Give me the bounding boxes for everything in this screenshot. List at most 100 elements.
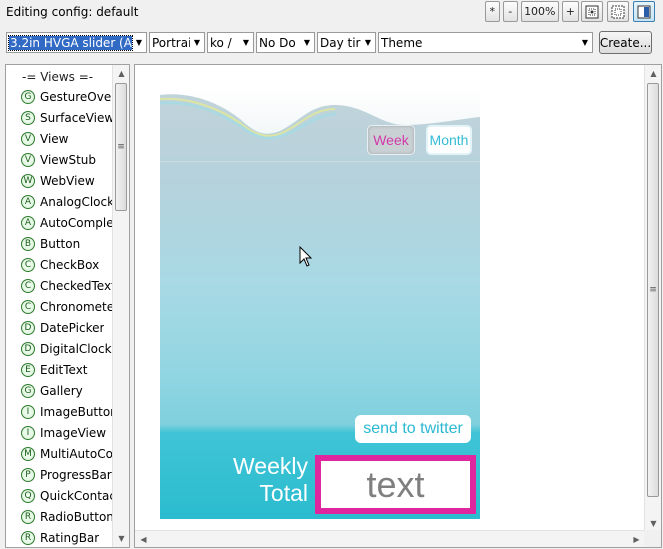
config-title: Editing config: default xyxy=(6,5,139,19)
dock-select-value: No Do xyxy=(259,35,296,50)
locale-select-value: ko / xyxy=(210,35,232,50)
widget-icon: B xyxy=(21,236,35,251)
palette-item[interactable]: A AutoComplet xyxy=(6,212,113,233)
scroll-up-icon[interactable]: ▲ xyxy=(113,65,129,82)
palette-item-label: ProgressBar xyxy=(40,467,112,482)
palette-item[interactable]: R RatingBar xyxy=(6,527,113,547)
palette-item[interactable]: V View xyxy=(6,128,113,149)
zoom-fit-button[interactable]: * xyxy=(484,1,500,22)
palette-item-label: WebView xyxy=(40,173,95,188)
canvas-vscroll-thumb[interactable]: ≡ xyxy=(647,83,659,497)
scroll-corner xyxy=(644,530,661,547)
widget-icon: D xyxy=(21,320,35,335)
palette-item-label: AutoComplet xyxy=(40,215,113,230)
palette-item-label: GestureOverla xyxy=(40,89,113,104)
send-to-twitter-button[interactable]: send to twitter xyxy=(355,415,471,443)
outline-button[interactable] xyxy=(607,1,629,22)
palette-item[interactable]: C CheckedText' xyxy=(6,275,113,296)
palette-item[interactable]: S SurfaceView xyxy=(6,107,113,128)
zoom-out-button[interactable]: - xyxy=(502,1,518,22)
palette-scrollbar[interactable]: ▲ ≡ ▼ xyxy=(112,65,129,547)
scroll-left-icon[interactable]: ◀ xyxy=(135,531,152,548)
palette-item[interactable]: E EditText xyxy=(6,359,113,380)
fit-screen-icon xyxy=(585,5,599,18)
canvas-vertical-scrollbar[interactable]: ▲ ≡ ▼ xyxy=(644,65,661,532)
palette-item[interactable]: B Button xyxy=(6,233,113,254)
orientation-select[interactable]: Portrai ▼ xyxy=(149,32,205,53)
palette-item-label: AnalogClock xyxy=(40,194,113,209)
palette-scroll-thumb[interactable]: ≡ xyxy=(115,83,127,211)
widget-icon: A xyxy=(21,215,35,230)
palette-item[interactable]: G GestureOverla xyxy=(6,86,113,107)
total-text-field[interactable]: text xyxy=(315,455,476,514)
palette-header: -= Views =- xyxy=(22,70,94,84)
widget-icon: A xyxy=(21,194,35,209)
palette-item[interactable]: D DatePicker xyxy=(6,317,113,338)
palette-item[interactable]: C Chronometer xyxy=(6,296,113,317)
palette-item-label: RadioButton xyxy=(40,509,113,524)
palette-item-label: Gallery xyxy=(40,383,83,398)
theme-select[interactable]: Theme ▼ xyxy=(378,32,593,53)
widget-icon: P xyxy=(21,467,35,482)
palette-item-label: RatingBar xyxy=(40,530,100,545)
palette-item[interactable]: C CheckBox xyxy=(6,254,113,275)
layout-toggle-button[interactable] xyxy=(633,1,655,22)
views-palette: -= Views =- G GestureOverla S SurfaceView VV… xyxy=(5,64,130,548)
week-button[interactable]: Week xyxy=(367,125,415,155)
device-screen: Week Month send to twitter Weekly Total … xyxy=(160,89,480,519)
scroll-right-icon[interactable]: ▶ xyxy=(628,531,645,548)
night-mode-select[interactable]: Day tir ▼ xyxy=(317,32,376,53)
orientation-select-value: Portrai xyxy=(152,35,190,50)
widget-icon: V xyxy=(21,152,35,167)
palette-item-label: SurfaceView xyxy=(40,110,113,125)
chevron-down-icon: ▼ xyxy=(303,38,311,47)
chevron-down-icon: ▼ xyxy=(135,38,143,47)
widget-icon: I xyxy=(21,425,35,440)
palette-item-label: MultiAutoCo xyxy=(40,446,113,461)
palette-item-label: ViewStub xyxy=(40,152,97,167)
palette-item-label: ImageView xyxy=(40,425,107,440)
chevron-down-icon: ▼ xyxy=(242,38,250,47)
device-select[interactable]: 3.2in HVGA slider (AD ▼ xyxy=(6,32,147,53)
locale-select[interactable]: ko / ▼ xyxy=(207,32,254,53)
palette-item[interactable]: I ImageButton xyxy=(6,401,113,422)
palette-item[interactable]: M MultiAutoCo xyxy=(6,443,113,464)
view-toolbar xyxy=(581,1,655,22)
widget-icon: R xyxy=(21,509,35,524)
month-button[interactable]: Month xyxy=(426,125,472,155)
canvas-horizontal-scrollbar[interactable]: ◀ ▶ xyxy=(135,530,645,547)
zoom-level-button[interactable]: 100% xyxy=(520,1,559,22)
layout-editor: Editing config: default * - 100% + 3.2in… xyxy=(0,0,663,549)
palette-item[interactable]: D DigitalClock xyxy=(6,338,113,359)
widget-icon: C xyxy=(21,299,35,314)
dock-select[interactable]: No Do ▼ xyxy=(256,32,315,53)
palette-item-label: ImageButton xyxy=(40,404,113,419)
palette-item[interactable]: Q QuickContac xyxy=(6,485,113,506)
outline-icon xyxy=(611,5,625,18)
scroll-down-icon[interactable]: ▼ xyxy=(113,530,129,547)
palette-item[interactable]: V ViewStub xyxy=(6,149,113,170)
palette-item-label: QuickContac xyxy=(40,488,113,503)
device-select-value: 3.2in HVGA slider (AD xyxy=(8,34,133,51)
palette-item[interactable]: W WebView xyxy=(6,170,113,191)
fit-screen-button[interactable] xyxy=(581,1,603,22)
palette-item[interactable]: R RadioButton xyxy=(6,506,113,527)
create-config-button[interactable]: Create... xyxy=(599,31,652,54)
palette-item[interactable]: A AnalogClock xyxy=(6,191,113,212)
widget-icon: W xyxy=(21,173,35,188)
palette-list: G GestureOverla S SurfaceView V View V ViewStub… xyxy=(6,86,129,547)
widget-icon: D xyxy=(21,341,35,356)
weekly-label-line1: Weekly xyxy=(233,453,308,479)
layout-canvas[interactable]: Week Month send to twitter Weekly Total … xyxy=(134,64,662,548)
night-mode-select-value: Day tir xyxy=(320,35,361,50)
scroll-up-icon[interactable]: ▲ xyxy=(645,65,661,82)
palette-item[interactable]: I ImageView xyxy=(6,422,113,443)
palette-item[interactable]: G Gallery xyxy=(6,380,113,401)
palette-item-label: Chronometer xyxy=(40,299,113,314)
widget-icon: E xyxy=(21,362,35,377)
weekly-label-line2: Total xyxy=(259,480,308,506)
palette-item-label: EditText xyxy=(40,362,88,377)
zoom-in-button[interactable]: + xyxy=(561,1,579,22)
palette-item[interactable]: P ProgressBar xyxy=(6,464,113,485)
chevron-down-icon: ▼ xyxy=(364,38,372,47)
